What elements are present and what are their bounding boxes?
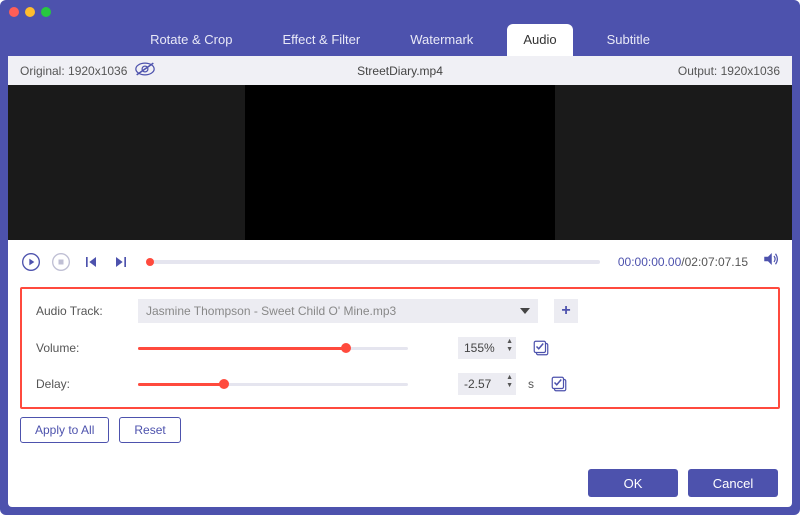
delay-slider-knob[interactable] [219,379,229,389]
maximize-window-button[interactable] [41,7,51,17]
close-window-button[interactable] [9,7,19,17]
app-window: Rotate & Crop Effect & Filter Watermark … [0,0,800,515]
preview-toggle-icon[interactable] [135,62,155,79]
action-row: Apply to All Reset [8,417,792,443]
volume-slider-knob[interactable] [341,343,351,353]
cancel-button[interactable]: Cancel [688,469,778,497]
delay-up-arrow[interactable]: ▲ [506,374,513,382]
titlebar [0,0,800,16]
volume-apply-button[interactable] [530,337,552,359]
video-preview-area [8,85,792,240]
delay-unit: s [528,377,534,391]
output-resolution-label: Output: 1920x1036 [678,64,780,78]
timecode: 00:00:00.00/02:07:07.15 [618,255,748,269]
volume-slider[interactable] [138,347,408,350]
original-resolution-label: Original: 1920x1036 [20,64,127,78]
volume-icon[interactable] [762,250,780,273]
delay-value: -2.57 [464,377,491,391]
audio-track-value: Jasmine Thompson - Sweet Child O' Mine.m… [146,304,396,318]
tab-audio[interactable]: Audio [507,24,572,56]
minimize-window-button[interactable] [25,7,35,17]
video-header-bar: Original: 1920x1036 StreetDiary.mp4 Outp… [8,56,792,85]
seek-handle[interactable] [146,258,154,266]
audio-settings-panel: Audio Track: Jasmine Thompson - Sweet Ch… [20,287,780,409]
next-frame-button[interactable] [110,251,132,273]
add-audio-track-button[interactable]: + [554,299,578,323]
transport-bar: 00:00:00.00/02:07:07.15 [8,240,792,283]
elapsed-time: 00:00:00.00 [618,255,681,269]
prev-frame-button[interactable] [80,251,102,273]
reset-button[interactable]: Reset [119,417,180,443]
tab-rotate-crop[interactable]: Rotate & Crop [134,24,248,56]
delay-slider[interactable] [138,383,408,386]
delay-down-arrow[interactable]: ▼ [506,382,513,390]
tabs: Rotate & Crop Effect & Filter Watermark … [0,16,800,56]
play-button[interactable] [20,251,42,273]
seek-slider[interactable] [150,260,600,264]
tab-effect-filter[interactable]: Effect & Filter [266,24,376,56]
volume-row: Volume: 155% ▲▼ [36,337,764,359]
volume-value: 155% [464,341,495,355]
tab-watermark[interactable]: Watermark [394,24,489,56]
audio-track-select[interactable]: Jasmine Thompson - Sweet Child O' Mine.m… [138,299,538,323]
delay-label: Delay: [36,377,126,391]
footer-buttons: OK Cancel [588,469,778,497]
video-frame [245,85,555,240]
volume-up-arrow[interactable]: ▲ [506,338,513,346]
volume-down-arrow[interactable]: ▼ [506,346,513,354]
volume-label: Volume: [36,341,126,355]
audio-track-row: Audio Track: Jasmine Thompson - Sweet Ch… [36,299,764,323]
delay-row: Delay: -2.57 ▲▼ s [36,373,764,395]
delay-stepper[interactable]: -2.57 ▲▼ [458,373,516,395]
delay-apply-button[interactable] [548,373,570,395]
volume-stepper[interactable]: 155% ▲▼ [458,337,516,359]
ok-button[interactable]: OK [588,469,678,497]
chevron-down-icon [520,308,530,314]
content-panel: Original: 1920x1036 StreetDiary.mp4 Outp… [8,56,792,507]
apply-to-all-button[interactable]: Apply to All [20,417,109,443]
stop-button[interactable] [50,251,72,273]
total-time: /02:07:07.15 [681,255,748,269]
filename-label: StreetDiary.mp4 [357,64,443,78]
audio-track-label: Audio Track: [36,304,126,318]
tab-subtitle[interactable]: Subtitle [591,24,666,56]
